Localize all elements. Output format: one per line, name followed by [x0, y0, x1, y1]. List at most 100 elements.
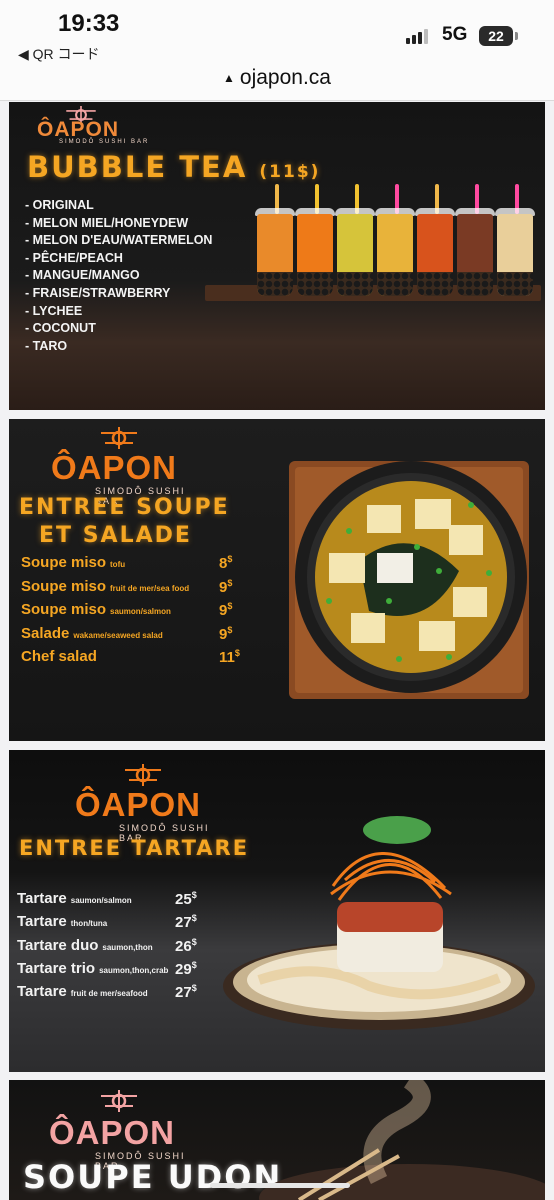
- tapioca-pearls: [377, 272, 413, 296]
- bubble-tea-menu-image: ÔAPON SIMODÔ SUSHI BAR BUBBLE TEA (11$) …: [9, 102, 545, 410]
- menu-item-detail: saumon/salmon: [110, 607, 171, 616]
- menu-item-price: 26$: [175, 937, 197, 955]
- menu-item: Tartare duo saumon,thon 26$: [17, 937, 222, 960]
- flavor-item: - MANGUE/MANGO: [25, 268, 140, 283]
- menu-item-name: Tartare trio: [17, 959, 96, 977]
- ojapon-logo: ÔAPON SIMODÔ SUSHI BAR: [37, 106, 157, 146]
- udon-title: SOUPE UDON: [23, 1158, 283, 1196]
- menu-item-detail: fruit de mer/seafood: [70, 989, 148, 999]
- logo-wordmark: ÔAPON: [51, 449, 178, 486]
- bubble-tea-title: BUBBLE TEA (11$): [27, 150, 320, 184]
- clock: 19:33: [58, 10, 120, 37]
- flavor-item: - LYCHEE: [25, 303, 83, 318]
- miso-soup-photo: [289, 461, 529, 699]
- price-currency: $: [227, 554, 233, 564]
- menu-item-price: 9$: [219, 625, 232, 643]
- bubble-tea-cup: [377, 214, 413, 296]
- tapioca-pearls: [297, 272, 333, 296]
- logo-emblem-icon: [101, 1090, 137, 1112]
- price-value: 27: [175, 914, 192, 932]
- menu-item-name: Chef salad: [21, 648, 97, 665]
- logo-wordmark: ÔAPON: [75, 786, 202, 823]
- menu-item: Soupe miso saumon/salmon 9$: [21, 601, 241, 625]
- menu-item-detail: saumon,thon,crab: [99, 965, 169, 975]
- price-value: 26: [175, 937, 192, 955]
- menu-item-price: 11$: [219, 648, 240, 666]
- url-display[interactable]: ▲ ojapon.ca: [0, 66, 554, 90]
- menu-item-price: 8$: [219, 554, 232, 572]
- menu-item: Tartare thon/tuna 27$: [17, 913, 222, 936]
- tapioca-pearls: [257, 272, 293, 296]
- bubble-tea-cup: [417, 214, 453, 296]
- flavor-item: - MELON MIEL/HONEYDEW: [25, 215, 189, 230]
- menu-item: Soupe miso tofu 8$: [21, 554, 241, 578]
- price-value: 27: [175, 984, 192, 1002]
- site-settings-icon[interactable]: ▲: [223, 71, 235, 85]
- ojapon-logo: ÔAPON SIMODÔ SUSHI BAR: [49, 1090, 199, 1171]
- network-type: 5G: [442, 24, 468, 45]
- menu-item-detail: wakame/seaweed salad: [73, 630, 163, 640]
- ojapon-logo: ÔAPON SIMODÔ SUSHI BAR: [75, 764, 215, 843]
- menu-item-detail: saumon/salmon: [70, 896, 132, 905]
- logo-emblem-icon: [125, 764, 161, 786]
- tartare-list: Tartare saumon/salmon 25$ Tartare thon/tuna 2…: [17, 890, 222, 1006]
- soup-salad-list: Soupe miso tofu 8$ Soupe miso fruit de mer/s…: [21, 554, 241, 672]
- price-currency: $: [191, 959, 197, 970]
- price-currency: $: [191, 936, 197, 947]
- menu-item-price: 29$: [175, 960, 197, 978]
- menu-item: Tartare saumon/salmon 25$: [17, 890, 222, 913]
- back-to-app-link[interactable]: ◀ QR コード: [18, 44, 100, 64]
- soup-salad-title-line2: ET SALADE: [39, 523, 192, 548]
- bubble-tea-title-text: BUBBLE TEA: [27, 150, 248, 184]
- menu-item-name: Tartare: [17, 913, 67, 931]
- tartare-title: ENTREE TARTARE: [19, 836, 250, 860]
- logo-tagline: SIMODÔ SUSHI BAR: [59, 139, 150, 145]
- address-bar[interactable]: ▲ ojapon.ca: [0, 62, 554, 101]
- menu-item: Tartare fruit de mer/seafood 27$: [17, 983, 222, 1006]
- price-currency: $: [227, 624, 233, 635]
- bubble-tea-cup: [257, 214, 293, 296]
- tartare-menu-image: ÔAPON SIMODÔ SUSHI BAR ENTREE TARTARE Ta…: [9, 750, 545, 1072]
- menu-item-detail: fruit de mer/sea food: [110, 583, 190, 593]
- flavor-list: - ORIGINAL - MELON MIEL/HONEYDEW - MELON…: [25, 197, 212, 355]
- menu-item-detail: tofu: [110, 560, 126, 569]
- cellular-signal-icon: [406, 28, 434, 44]
- home-indicator: [210, 1183, 350, 1188]
- price-value: 29: [175, 960, 192, 978]
- price-value: 11: [219, 649, 235, 666]
- menu-item-name: Tartare: [17, 983, 67, 1001]
- price-currency: $: [227, 577, 233, 588]
- logo-wordmark: ÔAPON: [49, 1114, 176, 1151]
- bubble-tea-cup: [297, 214, 333, 296]
- tapioca-pearls: [417, 272, 453, 296]
- menu-item-price: 9$: [219, 578, 232, 596]
- flavor-item: - FRAISE/STRAWBERRY: [25, 285, 171, 300]
- menu-item-name: Tartare duo: [17, 936, 99, 954]
- menu-item-detail: saumon,thon: [102, 942, 153, 952]
- flavor-item: - PÊCHE/PEACH: [25, 250, 123, 265]
- soup-salad-menu-image: ÔAPON SIMODÔ SUSHI BAR ENTREE SOUPE ET S…: [9, 419, 545, 741]
- battery-icon: 22: [479, 26, 513, 46]
- menu-item-name: Soupe miso: [21, 577, 107, 595]
- menu-item-detail: thon/tuna: [70, 919, 108, 929]
- bubble-tea-cup: [337, 214, 373, 296]
- status-bar: 19:33 ◀ QR コード 5G 22: [0, 0, 554, 62]
- menu-item: Salade wakame/seaweed salad 9$: [21, 625, 241, 649]
- tapioca-pearls: [457, 272, 493, 296]
- tapioca-pearls: [497, 272, 533, 296]
- price-currency: $: [191, 890, 197, 900]
- menu-item-price: 27$: [175, 983, 197, 1001]
- menu-item: Tartare trio saumon,thon,crab 29$: [17, 960, 222, 983]
- udon-photo: [259, 1080, 545, 1200]
- flavor-item: - MELON D'EAU/WATERMELON: [25, 233, 213, 248]
- soup-salad-title-line1: ENTREE SOUPE: [19, 495, 230, 520]
- price-currency: $: [191, 913, 197, 924]
- battery-tip: [515, 32, 518, 40]
- menu-item-price: 9$: [219, 601, 232, 619]
- menu-item-price: 27$: [175, 913, 197, 931]
- bubble-tea-cup: [457, 214, 493, 296]
- ojapon-logo: ÔAPON SIMODÔ SUSHI BAR: [51, 427, 191, 506]
- menu-item-name: Tartare: [17, 890, 67, 907]
- menu-item-name: Soupe miso: [21, 554, 107, 571]
- flavor-item: - ORIGINAL: [25, 198, 94, 212]
